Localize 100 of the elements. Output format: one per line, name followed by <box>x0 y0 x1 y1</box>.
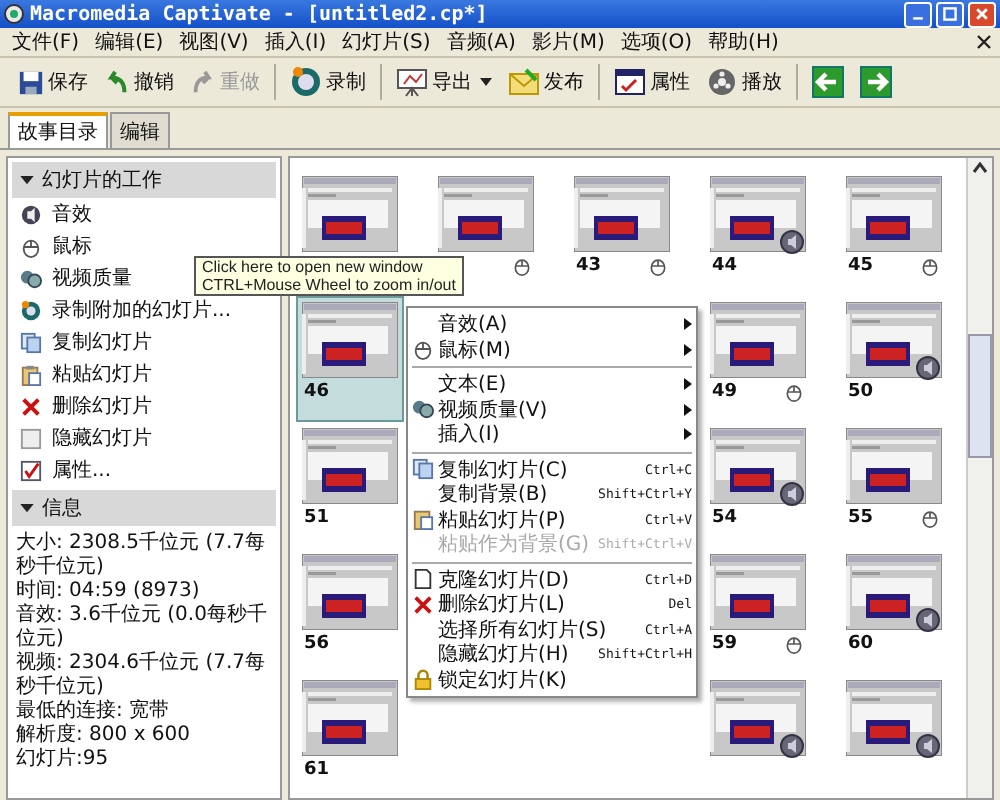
minimize-button[interactable] <box>904 1 932 27</box>
context-menu-item[interactable]: 鼠标(M) <box>408 337 696 362</box>
task-link[interactable]: 录制附加的幻灯片... <box>52 296 232 324</box>
mouse-icon <box>920 256 940 276</box>
menu-item[interactable]: 选项(O) <box>616 28 697 56</box>
menu-item[interactable]: 视图(V) <box>175 28 253 56</box>
close-button[interactable] <box>968 1 996 27</box>
tab[interactable]: 编辑 <box>110 112 170 148</box>
slide-thumbnail[interactable] <box>840 548 948 632</box>
context-menu-item[interactable]: 插入(I) <box>408 422 696 447</box>
slide-thumbnail[interactable] <box>704 674 812 758</box>
forward-button[interactable] <box>854 62 898 102</box>
info-text: 音效: 3.6千位元 (0.0每秒千位元) <box>16 604 269 651</box>
task-link[interactable]: 视频质量 <box>52 264 132 292</box>
info-text: 时间: 04:59 (8973) <box>16 580 202 603</box>
menu-item[interactable]: 幻灯片(S) <box>338 28 435 56</box>
slide-thumbnail[interactable] <box>296 422 404 506</box>
vertical-scrollbar[interactable] <box>966 158 992 798</box>
slide-preview-drawing <box>710 302 806 378</box>
menu-item[interactable]: 音频(A) <box>442 28 520 56</box>
slide-number: 45 <box>848 256 874 276</box>
slide-preview-drawing <box>574 176 670 252</box>
context-menu-item[interactable]: 音效(A) <box>408 312 696 337</box>
close-icon <box>974 6 990 22</box>
task-link[interactable]: 鼠标 <box>52 232 92 260</box>
blank-square-icon <box>20 427 42 449</box>
slide-thumbnail[interactable] <box>840 170 948 254</box>
film-reel-icon <box>706 66 738 98</box>
checkbox-icon <box>20 459 42 481</box>
clipboard-icon <box>20 363 42 385</box>
slide-thumbnail[interactable] <box>840 296 948 380</box>
task-link[interactable]: 删除幻灯片 <box>52 392 152 420</box>
slide-thumbnail[interactable] <box>704 170 812 254</box>
slide-thumbnail[interactable] <box>704 422 812 506</box>
back-button[interactable] <box>806 62 850 102</box>
menu-item[interactable]: 文件(F) <box>8 28 84 56</box>
menu-item[interactable]: 编辑(E) <box>91 28 168 56</box>
context-menu-item[interactable]: 视频质量(V) <box>408 397 696 422</box>
task-link[interactable]: 复制幻灯片 <box>52 328 152 356</box>
toolbar-button[interactable]: 导出 <box>390 62 498 102</box>
toolbar-button[interactable]: 录制 <box>284 62 372 102</box>
toolbar-button[interactable]: 属性 <box>608 62 696 102</box>
maximize-button[interactable] <box>936 1 964 27</box>
slide-preview-drawing <box>846 680 942 756</box>
slide-number: 56 <box>304 634 330 654</box>
menu-item[interactable]: 影片(M) <box>527 28 609 56</box>
delete-icon <box>412 593 434 616</box>
close-icon[interactable] <box>976 34 992 50</box>
menu-item[interactable]: 帮助(H) <box>704 28 783 56</box>
slide-preview-drawing <box>710 428 806 504</box>
info-text: 幻灯片:95 <box>16 748 111 772</box>
task-link[interactable]: 音效 <box>52 200 92 228</box>
slide-preview-drawing <box>302 554 398 630</box>
slide-thumbnail[interactable] <box>704 548 812 632</box>
menu-item[interactable]: 插入(I) <box>260 28 331 56</box>
toolbar-button[interactable]: 发布 <box>502 62 590 102</box>
tab[interactable]: 故事目录 <box>8 112 108 148</box>
envelope-icon <box>508 66 540 98</box>
context-menu-item[interactable]: 锁定幻灯片(K) <box>408 667 696 692</box>
slide-preview-drawing <box>302 680 398 756</box>
record-icon <box>20 299 42 321</box>
slide-preview-drawing <box>302 302 398 378</box>
slide-thumbnail[interactable] <box>568 170 676 254</box>
video-quality-icon <box>412 398 434 421</box>
slide-thumbnail[interactable] <box>432 170 540 254</box>
mouse-icon <box>412 338 434 361</box>
slide-thumbnail[interactable] <box>296 548 404 632</box>
redo-icon <box>190 69 216 95</box>
task-link[interactable]: 粘贴幻灯片 <box>52 360 152 388</box>
slide-thumbnail[interactable] <box>840 422 948 506</box>
panel-header[interactable]: 信息 <box>12 490 276 526</box>
toolbar-button[interactable]: 保存 <box>12 62 94 102</box>
slide-thumbnail[interactable] <box>704 296 812 380</box>
slide-thumbnail[interactable] <box>296 674 404 758</box>
slide-number: 50 <box>848 382 874 402</box>
task-link[interactable]: 属性... <box>52 456 112 484</box>
mouse-icon <box>784 634 804 654</box>
info-text: 解析度: 800 x 600 <box>16 724 192 747</box>
slide-number: 51 <box>304 508 330 528</box>
slide-number: 60 <box>848 634 874 654</box>
info-text: 最低的连接: 宽带 <box>16 700 172 723</box>
collapse-arrow-icon <box>20 503 34 513</box>
mouse-icon <box>648 256 668 276</box>
mouse-icon <box>20 235 42 257</box>
slide-preview-drawing <box>710 176 806 252</box>
slide-thumbnail[interactable] <box>296 296 404 380</box>
toolbar-button[interactable]: 撤销 <box>98 62 180 102</box>
slide-thumbnail[interactable] <box>840 674 948 758</box>
delete-icon <box>20 395 42 417</box>
mouse-icon <box>920 508 940 528</box>
panel-header[interactable]: 幻灯片的工作 <box>12 162 276 198</box>
collapse-arrow-icon <box>20 175 34 185</box>
context-menu-item[interactable]: 文本(E) <box>408 372 696 397</box>
slide-number: 61 <box>304 760 330 780</box>
scrollbar-thumb[interactable] <box>968 334 992 458</box>
toolbar-button[interactable]: 播放 <box>700 62 788 102</box>
slide-number: 44 <box>712 256 738 276</box>
slide-preview-drawing <box>302 176 398 252</box>
slide-thumbnail[interactable] <box>296 170 404 254</box>
task-link[interactable]: 隐藏幻灯片 <box>52 424 152 452</box>
